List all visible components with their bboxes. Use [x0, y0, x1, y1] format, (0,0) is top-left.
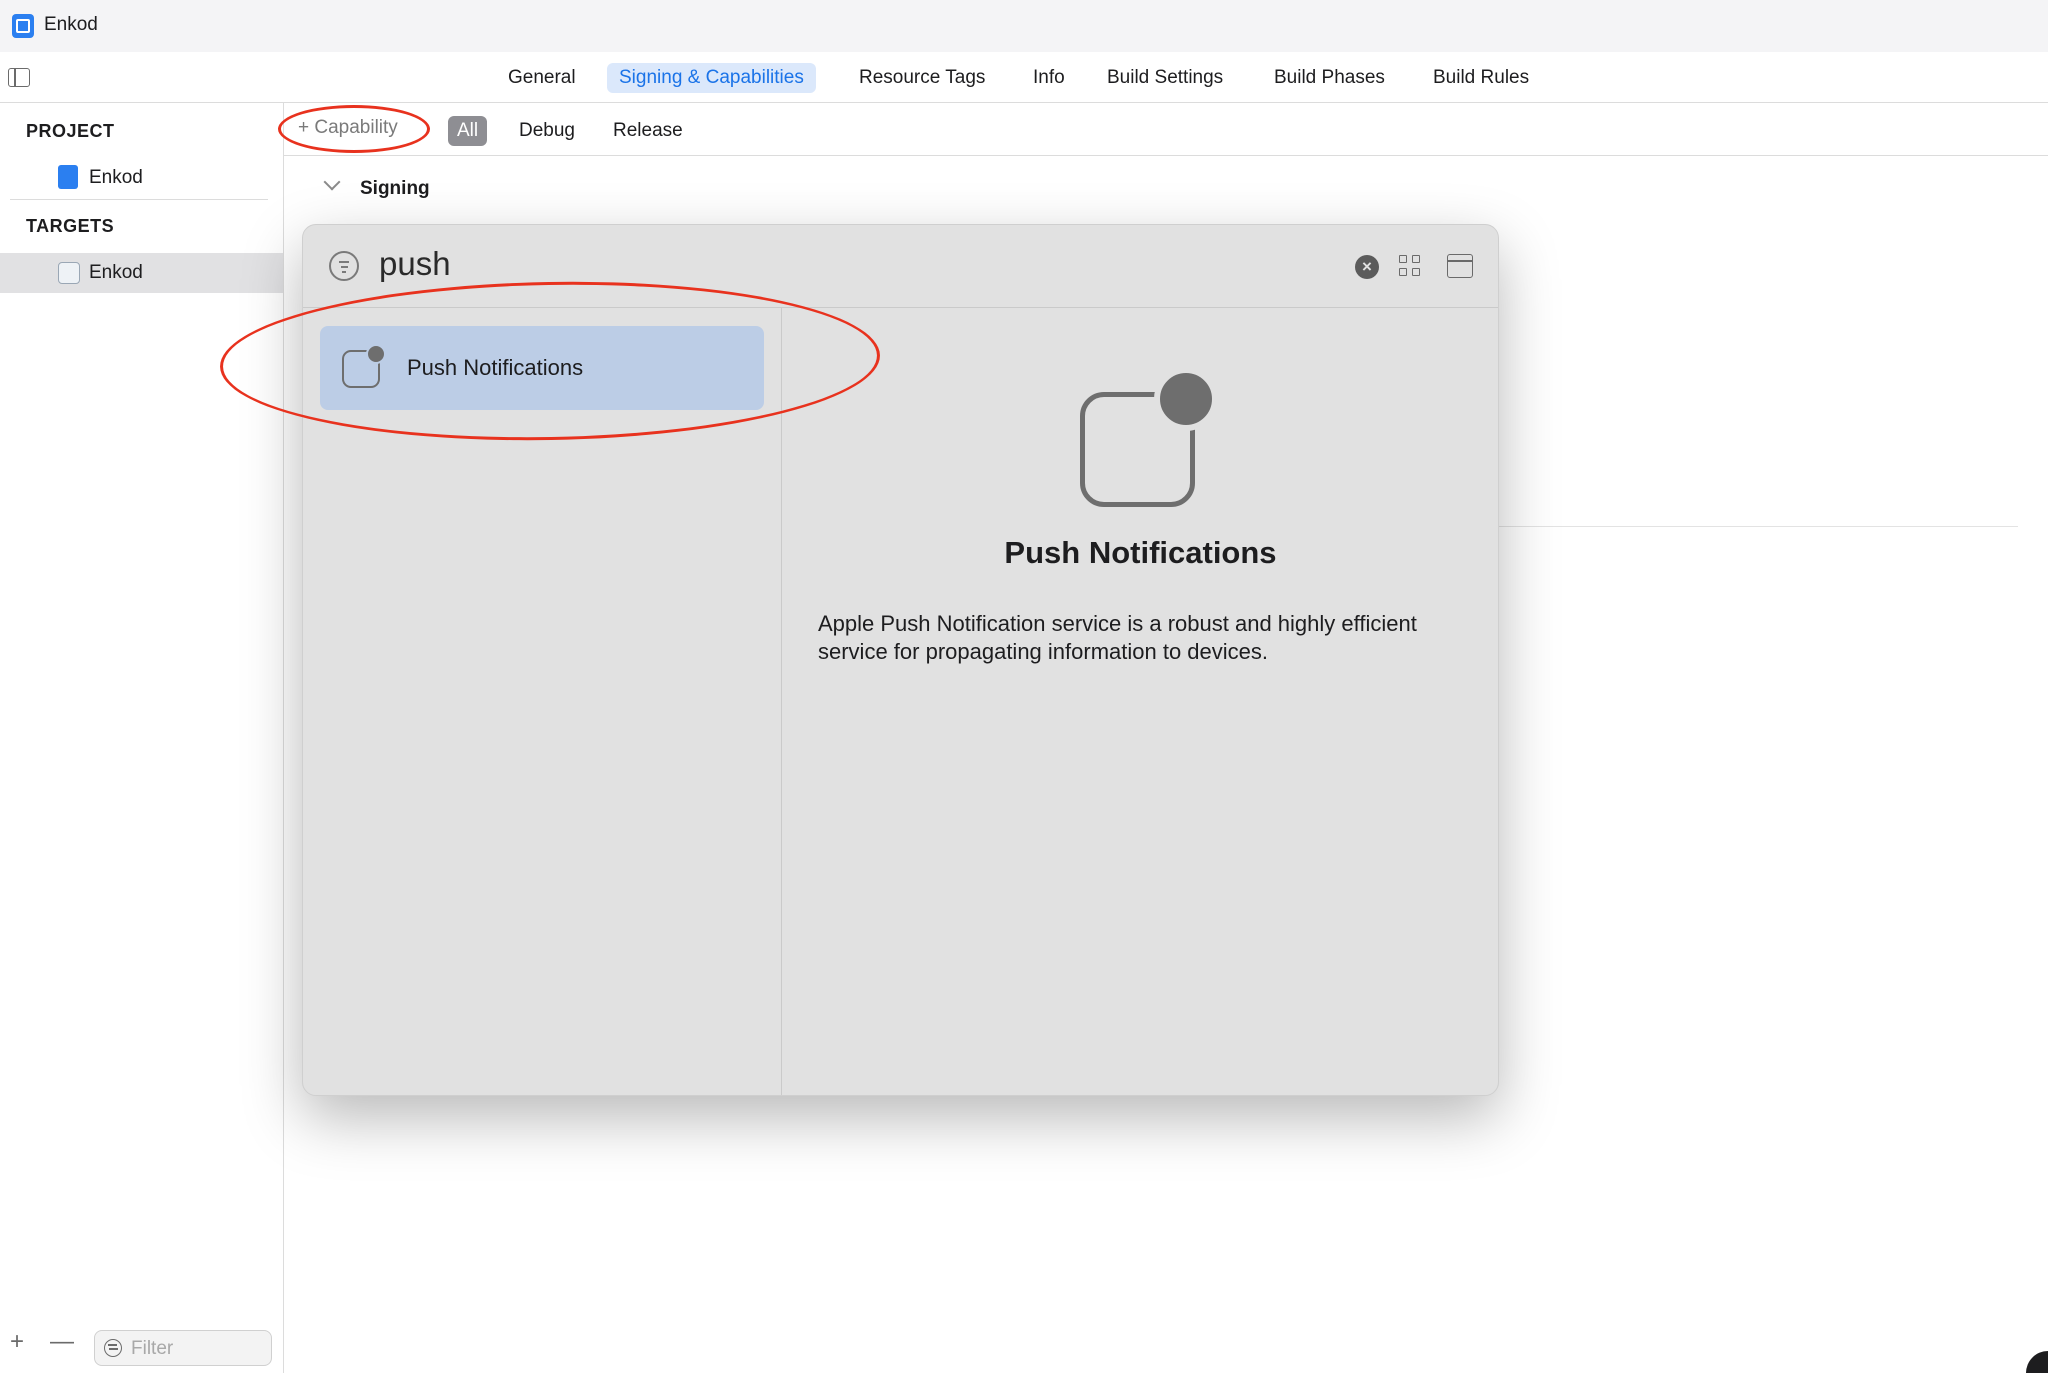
sidebar-divider [10, 199, 268, 200]
highlight-ring-capability [278, 105, 430, 153]
title-bar: Enkod [0, 0, 2048, 53]
clear-search-icon[interactable]: × [1355, 255, 1379, 279]
target-item-enkod[interactable]: Enkod [89, 262, 143, 284]
editor-tab-bar: General Signing & Capabilities Resource … [0, 52, 2048, 103]
push-notifications-large-icon [1080, 367, 1218, 507]
capability-detail-title: Push Notifications [1004, 535, 1277, 570]
detail-panel-icon[interactable] [1447, 254, 1473, 278]
project-icon [58, 165, 78, 189]
window-title: Enkod [44, 14, 98, 35]
grid-view-icon[interactable] [1399, 255, 1423, 279]
tab-build-rules[interactable]: Build Rules [1421, 63, 1541, 93]
filter-icon [104, 1339, 122, 1357]
tab-signing-capabilities[interactable]: Signing & Capabilities [607, 63, 816, 93]
segment-debug[interactable]: Debug [510, 116, 584, 146]
segment-all[interactable]: All [448, 116, 488, 146]
search-filter-icon [329, 251, 359, 281]
window-corner [2026, 1351, 2048, 1373]
filter-placeholder: Filter [131, 1338, 174, 1359]
tab-general[interactable]: General [496, 63, 588, 93]
tab-build-settings[interactable]: Build Settings [1095, 63, 1235, 93]
capability-detail-description: Apple Push Notification service is a rob… [818, 611, 1417, 664]
targets-header: TARGETS [26, 216, 115, 236]
tab-resource-tags[interactable]: Resource Tags [847, 63, 997, 93]
add-button[interactable]: + [10, 1328, 24, 1356]
target-icon [58, 262, 80, 284]
segment-release[interactable]: Release [604, 116, 692, 146]
popover-split-divider [781, 308, 782, 1095]
filter-field[interactable]: Filter [94, 1330, 272, 1366]
chevron-down-icon[interactable] [323, 173, 341, 191]
remove-button[interactable]: — [50, 1328, 74, 1356]
tab-build-phases[interactable]: Build Phases [1262, 63, 1397, 93]
capability-search-input[interactable]: push [379, 245, 451, 283]
project-navigator: PROJECT Enkod TARGETS Enkod + — Filter [0, 103, 284, 1373]
project-item-enkod[interactable]: Enkod [89, 167, 143, 189]
content-divider [1498, 526, 2018, 527]
sidebar-toggle-icon[interactable] [8, 68, 30, 87]
capabilities-toolbar: + Capability All Debug Release [278, 103, 2048, 156]
tab-info[interactable]: Info [1021, 63, 1077, 93]
project-header: PROJECT [26, 121, 115, 141]
signing-section-title: Signing [360, 178, 430, 199]
sidebar-footer: + — Filter [0, 1322, 283, 1373]
xcode-project-icon [12, 14, 34, 38]
